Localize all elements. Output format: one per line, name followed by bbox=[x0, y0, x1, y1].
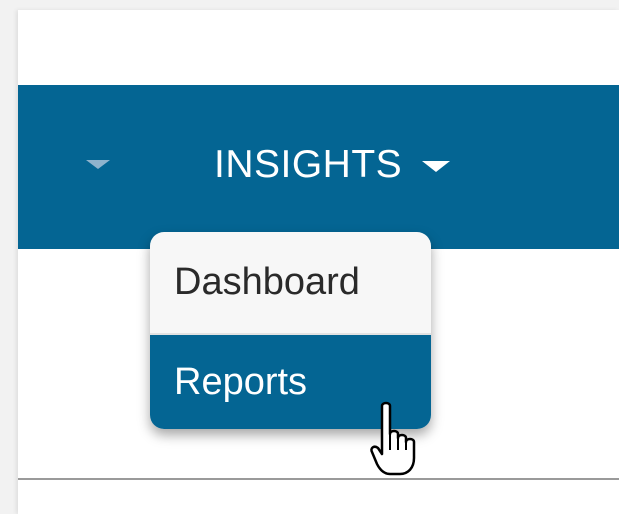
chevron-down-icon bbox=[422, 160, 451, 172]
dropdown-item-dashboard[interactable]: Dashboard bbox=[150, 232, 431, 335]
nav-menu-insights[interactable]: INSIGHTS bbox=[214, 140, 451, 188]
nav-menu-insights-label: INSIGHTS bbox=[214, 142, 403, 186]
divider bbox=[18, 478, 619, 480]
chevron-down-icon[interactable] bbox=[86, 160, 110, 169]
hand-pointer-icon bbox=[370, 401, 416, 476]
